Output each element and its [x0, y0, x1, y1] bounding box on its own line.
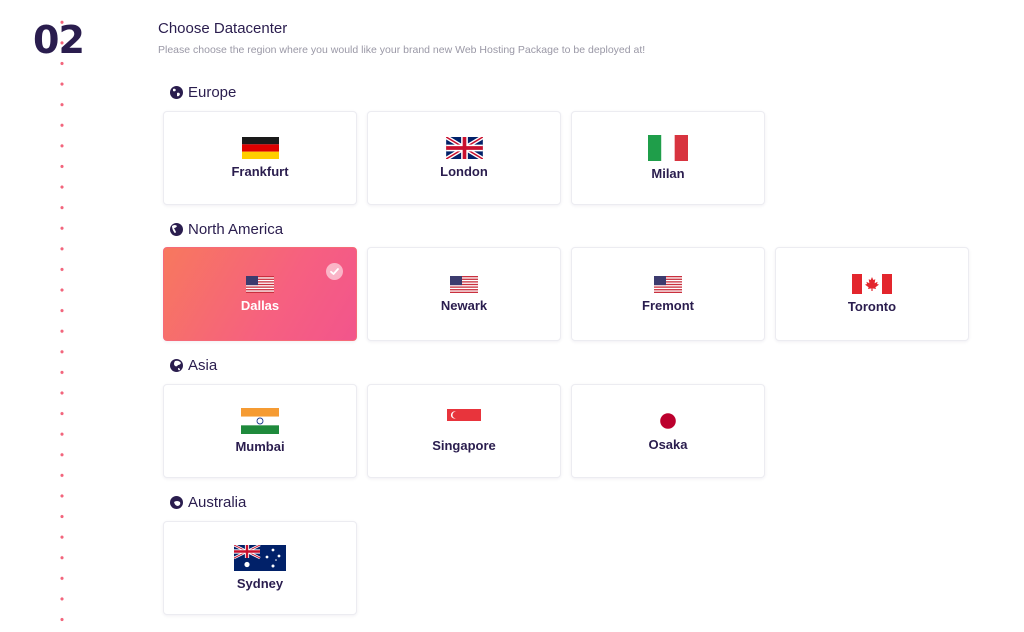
city-name: London — [440, 164, 488, 179]
usa-flag-icon — [450, 275, 478, 293]
datacenter-card-osaka[interactable]: Osaka — [571, 384, 765, 478]
city-name: Singapore — [432, 438, 496, 453]
datacenter-card-dallas[interactable]: Dallas — [163, 247, 357, 341]
italy-flag-icon — [648, 135, 688, 161]
germany-flag-icon — [241, 137, 279, 159]
uk-flag-icon — [445, 137, 483, 159]
canada-flag-icon — [852, 274, 892, 294]
datacenter-card-toronto[interactable]: Toronto — [775, 247, 969, 341]
check-icon — [326, 263, 343, 280]
datacenter-card-london[interactable]: London — [367, 111, 561, 205]
region-label: Europe — [188, 84, 237, 101]
region-label: North America — [188, 221, 284, 238]
singapore-flag-icon — [447, 409, 481, 433]
globe-europe-icon — [170, 86, 183, 99]
page-title: Choose Datacenter — [158, 20, 288, 37]
city-name: Newark — [440, 297, 488, 313]
page-subtitle: Please choose the region where you would… — [158, 44, 646, 56]
globe-americas-icon — [170, 223, 183, 236]
region-title-europe: Europe — [170, 84, 236, 101]
globe-australia-icon — [170, 496, 183, 509]
region-title-asia: Asia — [170, 357, 217, 374]
city-name: Dallas — [240, 297, 280, 313]
city-name: Frankfurt — [231, 164, 289, 179]
region-label: Australia — [188, 494, 247, 511]
region-title-north-america: North America — [170, 221, 283, 238]
step-progress-dots — [59, 12, 65, 632]
city-name: Fremont — [642, 297, 694, 313]
datacenter-card-mumbai[interactable]: Mumbai — [163, 384, 357, 478]
city-name: Toronto — [847, 299, 897, 314]
city-name: Osaka — [648, 437, 688, 452]
usa-flag-icon — [246, 275, 274, 293]
datacenter-card-sydney[interactable]: Sydney — [163, 521, 357, 615]
region-title-australia: Australia — [170, 494, 246, 511]
datacenter-card-milan[interactable]: Milan — [571, 111, 765, 205]
region-label: Asia — [188, 357, 218, 374]
globe-asia-icon — [170, 359, 183, 372]
datacenter-card-newark[interactable]: Newark — [367, 247, 561, 341]
india-flag-icon — [241, 408, 279, 434]
usa-flag-icon — [654, 275, 682, 293]
city-name: Sydney — [236, 576, 284, 591]
datacenter-card-frankfurt[interactable]: Frankfurt — [163, 111, 357, 205]
datacenter-card-singapore[interactable]: Singapore — [367, 384, 561, 478]
city-name: Mumbai — [235, 439, 285, 454]
city-name: Milan — [651, 166, 685, 181]
australia-flag-icon — [234, 545, 286, 571]
datacenter-card-fremont[interactable]: Fremont — [571, 247, 765, 341]
japan-flag-icon — [651, 410, 685, 432]
